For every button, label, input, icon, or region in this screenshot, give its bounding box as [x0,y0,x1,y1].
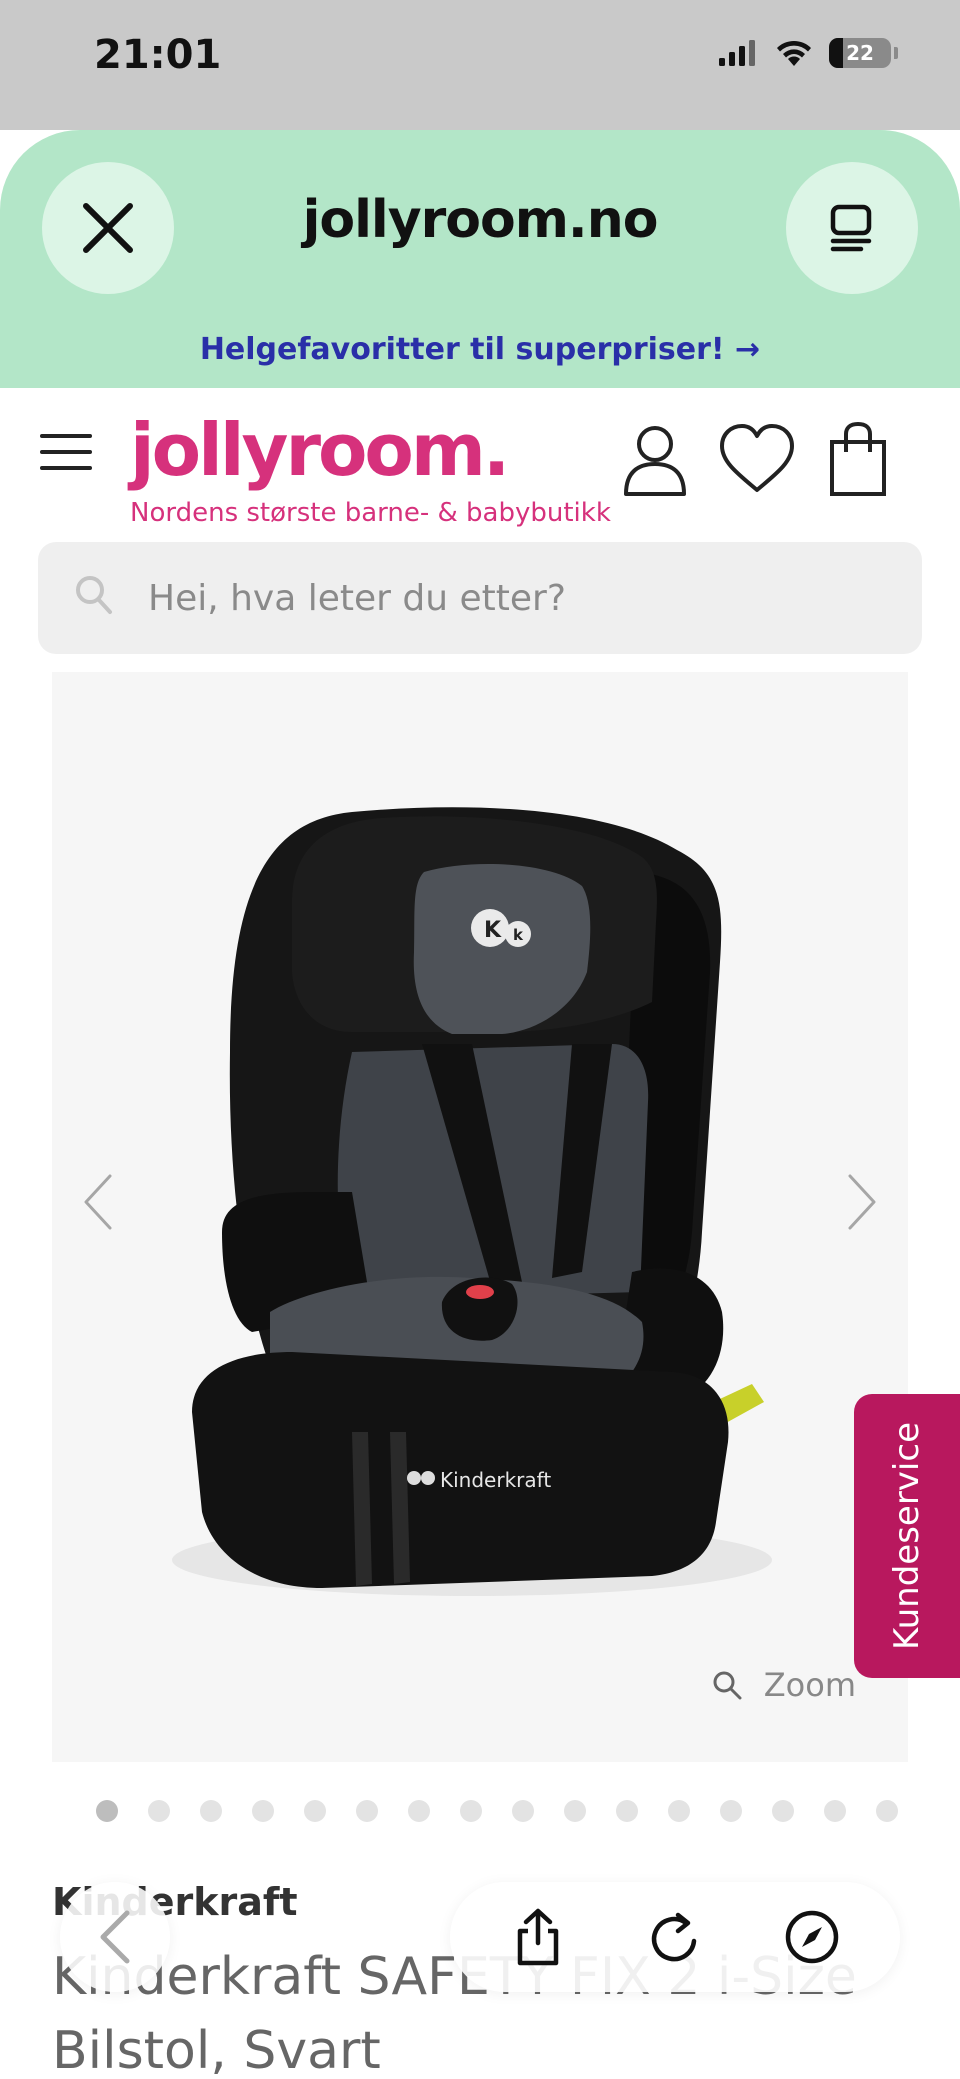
wifi-icon [777,40,811,66]
signal-icon [719,40,755,66]
gallery-next-button[interactable] [832,1162,892,1242]
chevron-left-icon [84,1174,112,1230]
bag-icon[interactable] [826,422,890,498]
zoom-icon [713,1671,742,1700]
product-logo-text: Kinderkraft [440,1468,551,1492]
pagination-dot[interactable] [720,1800,742,1822]
pagination-dot[interactable] [824,1800,846,1822]
compass-icon [785,1910,838,1964]
product-image[interactable]: K k Kinderkraft [52,672,908,1762]
search-icon [76,576,112,614]
pagination-dot[interactable] [304,1800,326,1822]
tabs-button[interactable] [786,162,918,294]
product-gallery[interactable]: K k Kinderkraft Zoom [52,672,908,1762]
gallery-prev-button[interactable] [68,1162,128,1242]
pagination-dot[interactable] [564,1800,586,1822]
pagination-dot[interactable] [148,1800,170,1822]
back-button[interactable] [60,1882,170,1992]
pagination-dot[interactable] [616,1800,638,1822]
heart-icon[interactable] [718,422,796,498]
pagination-dot[interactable] [772,1800,794,1822]
svg-text:K: K [484,918,502,943]
zoom-label: Zoom [763,1666,856,1704]
site-logo[interactable]: jollyroom. [130,408,510,492]
pagination-dot[interactable] [460,1800,482,1822]
gallery-pagination [96,1800,898,1822]
share-icon [518,1908,559,1966]
account-icon[interactable] [620,422,690,498]
browser-bar: jollyroom.no Helgefavoritter til superpr… [0,130,960,388]
status-time: 21:01 [94,32,222,78]
search-bar [38,542,922,654]
search-input[interactable] [148,542,888,654]
pagination-dot[interactable] [408,1800,430,1822]
kundeservice-label: Kundeservice [887,1422,927,1650]
reload-button[interactable] [640,1902,710,1972]
back-icon [100,1910,130,1964]
pagination-dot[interactable] [512,1800,534,1822]
menu-icon[interactable] [40,434,92,474]
zoom-button[interactable]: Zoom [712,1666,856,1704]
battery-level: 22 [846,41,874,65]
share-button[interactable] [503,1902,573,1972]
tabs-icon [830,204,872,252]
pagination-dot[interactable] [252,1800,274,1822]
browser-toolbar [450,1882,900,1992]
pagination-dot[interactable] [356,1800,378,1822]
chevron-right-icon [848,1174,876,1230]
status-icons: 22 [719,38,898,68]
svg-text:k: k [513,926,524,944]
kundeservice-button[interactable]: Kundeservice [854,1394,960,1678]
status-bar: 21:01 22 [0,0,960,130]
compass-button[interactable] [777,1902,847,1972]
battery-icon: 22 [829,38,891,68]
pagination-dot[interactable] [200,1800,222,1822]
site-header: jollyroom. Nordens største barne- & baby… [0,388,960,538]
reload-icon [651,1912,697,1962]
pagination-dot[interactable] [96,1800,118,1822]
pagination-dot[interactable] [668,1800,690,1822]
promo-banner-link[interactable]: Helgefavoritter til superpriser! → [0,332,960,367]
pagination-dot[interactable] [876,1800,898,1822]
site-tagline: Nordens største barne- & babybutikk [130,498,611,528]
